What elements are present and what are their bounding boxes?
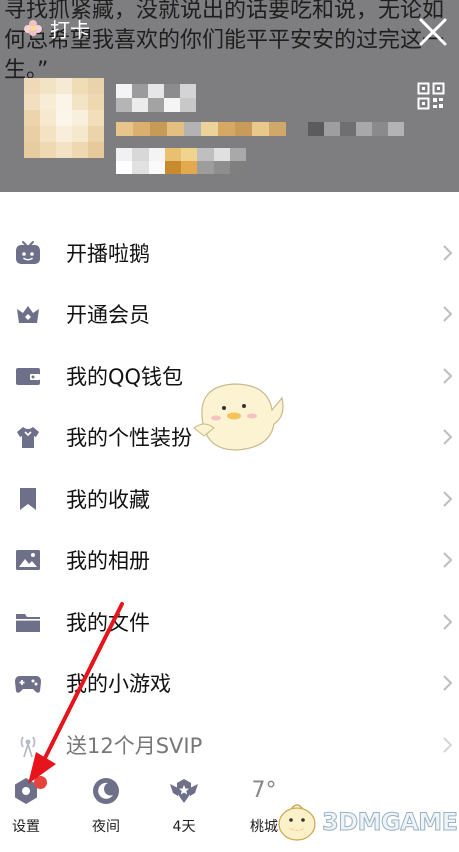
menu-item-label: 我的QQ钱包 <box>66 364 184 389</box>
menu-item-label: 我的小游戏 <box>66 672 171 697</box>
vip-badges <box>116 122 286 136</box>
chevron-right-icon <box>443 552 453 568</box>
badges-secondary <box>308 122 404 136</box>
winged-badge-icon <box>170 779 198 803</box>
menu-list: 开播啦鹅 开通会员 我的QQ钱包 我的个性装扮 我的收藏 我的相册 我的文件 我… <box>0 222 459 776</box>
signature-text: 寻找抓紧藏，没就说出的话要吃和说，无论如 何总希望我喜欢的你们能平平安安的过完这… <box>4 0 444 86</box>
profile-header: 寻找抓紧藏，没就说出的话要吃和说，无论如 何总希望我喜欢的你们能平平安安的过完这… <box>0 0 459 192</box>
chevron-right-icon <box>443 368 453 384</box>
duck-mascot-sticker <box>193 383 284 451</box>
menu-item-label: 我的个性装扮 <box>66 426 192 451</box>
night-label: 夜间 <box>92 819 120 835</box>
flower-icon <box>24 19 42 36</box>
days-label: 4天 <box>172 819 196 835</box>
chevron-right-icon <box>443 614 453 630</box>
moon-icon <box>93 778 119 804</box>
menu-item-label: 送12个月SVIP <box>66 733 203 758</box>
shirt-icon <box>17 427 39 449</box>
menu-item-membership[interactable]: 开通会员 <box>0 284 459 346</box>
notification-dot <box>34 776 47 789</box>
qr-code-icon[interactable] <box>417 82 445 110</box>
gamepad-icon <box>15 676 41 694</box>
menu-item-label: 我的相册 <box>66 549 150 574</box>
menu-item-minigames[interactable]: 我的小游戏 <box>0 653 459 715</box>
menu-item-favorites[interactable]: 我的收藏 <box>0 468 459 530</box>
image-icon <box>16 550 40 571</box>
streak-button[interactable]: 4天 <box>154 776 214 836</box>
menu-item-label: 我的收藏 <box>66 487 150 512</box>
settings-button[interactable]: 设置 <box>0 776 56 836</box>
crown-icon <box>17 306 39 324</box>
menu-item-live[interactable]: 开播啦鹅 <box>0 222 459 284</box>
night-mode-button[interactable]: 夜间 <box>76 776 136 836</box>
watermark: 3DMGAME <box>276 800 459 844</box>
chevron-right-icon <box>443 306 453 322</box>
broadcast-icon <box>20 736 36 758</box>
checkin-label: 打卡 <box>50 18 90 42</box>
menu-item-label: 开播啦鹅 <box>66 241 150 266</box>
avatar[interactable] <box>24 78 104 158</box>
settings-label: 设置 <box>12 819 40 835</box>
folder-icon <box>16 613 40 632</box>
chevron-right-icon <box>443 491 453 507</box>
bookmark-icon <box>20 487 36 510</box>
menu-item-svip-gift[interactable]: 送12个月SVIP <box>0 714 459 776</box>
menu-item-label: 我的文件 <box>66 610 150 635</box>
close-icon[interactable] <box>415 14 451 50</box>
menu-item-label: 开通会员 <box>66 303 150 328</box>
chevron-right-icon <box>443 245 453 261</box>
chevron-right-icon <box>443 737 453 753</box>
watermark-logo <box>278 804 316 841</box>
level-icons <box>116 148 246 174</box>
tv-icon <box>16 240 40 264</box>
chevron-right-icon <box>443 429 453 445</box>
username <box>116 84 196 112</box>
checkin-button[interactable]: 打卡 <box>22 14 90 43</box>
menu-item-files[interactable]: 我的文件 <box>0 591 459 653</box>
menu-item-album[interactable]: 我的相册 <box>0 530 459 592</box>
watermark-text: 3DMGAME <box>322 808 459 837</box>
wallet-icon <box>16 367 40 385</box>
chevron-right-icon <box>443 675 453 691</box>
